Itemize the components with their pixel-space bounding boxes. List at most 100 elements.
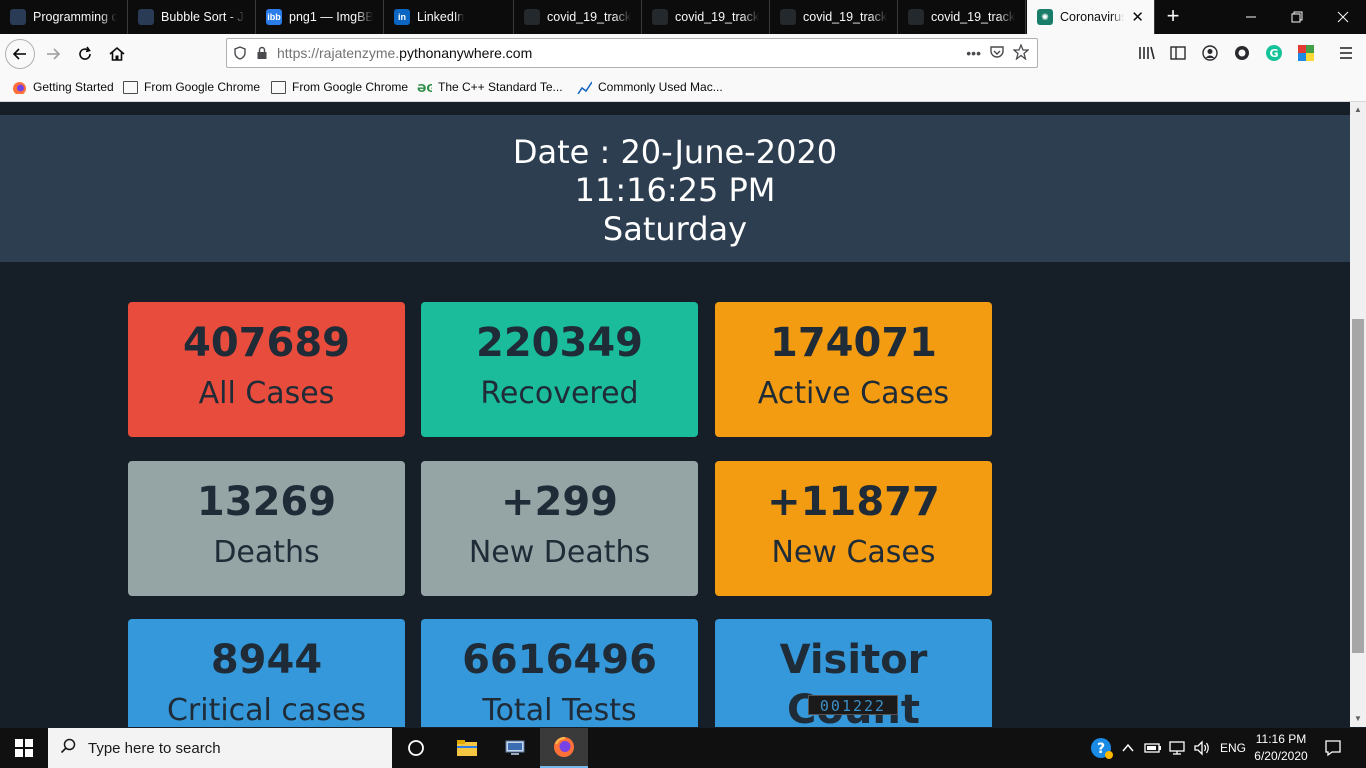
card-caption: Active Cases: [757, 376, 950, 411]
imgbb-icon: ibb: [266, 9, 282, 25]
bookmark-commonly-used[interactable]: Commonly Used Mac...: [577, 78, 723, 96]
bookmark-star-icon[interactable]: [1012, 42, 1030, 63]
file-explorer-button[interactable]: [443, 728, 491, 768]
card-caption: New Cases: [771, 535, 936, 570]
bookmark-folder-chrome-1[interactable]: From Google Chrome: [123, 78, 260, 96]
help-icon[interactable]: ?: [1090, 728, 1114, 768]
tab-covid-tracker-1[interactable]: covid_19_tracker: [514, 0, 642, 34]
folder-icon: [271, 80, 286, 94]
language-indicator[interactable]: ENG: [1220, 728, 1246, 768]
restore-icon: [1291, 11, 1303, 23]
task-view-button[interactable]: [392, 728, 440, 768]
date-text: Date : 20-June-2020: [512, 133, 838, 171]
task-view-icon: [408, 740, 424, 756]
card-caption: Recovered: [480, 376, 639, 411]
close-tab-icon[interactable]: ✕: [1131, 8, 1144, 26]
scroll-down-icon[interactable]: ▼: [1350, 711, 1366, 727]
new-tab-button[interactable]: +: [1158, 2, 1188, 32]
tab-covid-tracker-2[interactable]: covid_19_tracker: [642, 0, 770, 34]
card-critical-cases: 8944 Critical cases: [128, 619, 405, 727]
back-arrow-icon: [12, 48, 26, 60]
card-caption: Critical cases: [166, 693, 367, 727]
network-icon[interactable]: [1168, 728, 1186, 768]
scroll-up-icon[interactable]: ▲: [1350, 102, 1366, 118]
folder-icon: [457, 740, 477, 756]
vertical-scrollbar[interactable]: ▲ ▼: [1350, 102, 1366, 727]
grammarly-icon[interactable]: G: [1264, 43, 1284, 63]
page-actions-icon[interactable]: •••: [966, 45, 981, 61]
bookmark-folder-chrome-2[interactable]: From Google Chrome: [271, 78, 408, 96]
library-icon[interactable]: [1137, 43, 1157, 63]
card-new-cases: +11877 New Cases: [715, 461, 992, 596]
github-icon: [908, 9, 924, 25]
url-bar[interactable]: https://rajatenzyme.pythonanywhere.com •…: [226, 38, 1038, 68]
forward-button[interactable]: [38, 39, 68, 69]
home-button[interactable]: [102, 39, 132, 69]
chart-icon: [577, 81, 592, 94]
site-icon: [10, 9, 26, 25]
svg-text:ƏG: ƏG: [417, 82, 432, 94]
windows-taskbar: Type here to search ? ENG 11:16 PM 6/20/…: [0, 728, 1366, 768]
github-icon: [652, 9, 668, 25]
firefox-icon: [554, 737, 574, 757]
restore-button[interactable]: [1274, 0, 1320, 34]
minimize-button[interactable]: [1228, 0, 1274, 34]
svg-text:G: G: [1269, 47, 1278, 60]
url-text[interactable]: https://rajatenzyme.pythonanywhere.com: [277, 45, 532, 61]
pocket-icon[interactable]: [989, 44, 1005, 63]
card-value: 407689: [183, 320, 350, 366]
lock-icon[interactable]: [251, 42, 273, 64]
computer-network-icon: [505, 740, 525, 755]
back-button[interactable]: [5, 39, 35, 69]
tab-coronavirus-active[interactable]: ✺Coronavirus Live ✕: [1027, 0, 1155, 34]
color-extension-icon[interactable]: [1296, 43, 1316, 63]
sidebar-icon[interactable]: [1168, 43, 1188, 63]
tab-covid-tracker-3[interactable]: covid_19_tracker: [770, 0, 898, 34]
folder-icon: [123, 80, 138, 94]
card-caption: All Cases: [198, 376, 335, 411]
day-text: Saturday: [602, 210, 748, 248]
bookmark-cpp-standard[interactable]: ƏG The C++ Standard Te...: [417, 78, 563, 96]
shield-icon[interactable]: [229, 42, 251, 64]
chevron-up-icon[interactable]: [1122, 728, 1134, 768]
close-window-button[interactable]: [1320, 0, 1366, 34]
notifications-icon[interactable]: [1324, 728, 1342, 768]
bookmark-getting-started[interactable]: Getting Started: [12, 78, 114, 96]
close-icon: [1337, 11, 1349, 23]
firefox-icon: [13, 81, 26, 94]
tab-programming[interactable]: Programming class: [0, 0, 128, 34]
reload-button[interactable]: [70, 39, 100, 69]
account-icon[interactable]: [1200, 43, 1220, 63]
linkedin-icon: in: [394, 9, 410, 25]
card-new-deaths: +299 New Deaths: [421, 461, 698, 596]
card-caption: New Deaths: [468, 535, 651, 570]
network-app-button[interactable]: [491, 728, 539, 768]
github-icon: [524, 9, 540, 25]
battery-icon[interactable]: [1144, 728, 1162, 768]
clock-date: 6/20/2020: [1254, 749, 1308, 763]
card-total-tests: 6616496 Total Tests: [421, 619, 698, 727]
tab-bubble-sort[interactable]: Bubble Sort - Jupyter: [128, 0, 256, 34]
card-value: 220349: [476, 320, 643, 366]
card-value: +299: [500, 479, 618, 525]
taskbar-clock[interactable]: 11:16 PM 6/20/2020: [1248, 731, 1314, 765]
tab-covid-tracker-4[interactable]: covid_19_tracker: [898, 0, 1026, 34]
date-time-header: Date : 20-June-2020 11:16:25 PM Saturday: [0, 115, 1350, 262]
card-all-cases: 407689 All Cases: [128, 302, 405, 437]
card-recovered: 220349 Recovered: [421, 302, 698, 437]
start-button[interactable]: [0, 728, 48, 768]
card-caption: Total Tests: [482, 693, 637, 727]
gfg-icon: ƏG: [417, 82, 432, 94]
menu-icon[interactable]: [1336, 43, 1356, 63]
tab-imgbb[interactable]: ibb png1 — ImgBB: [256, 0, 384, 34]
tab-strip: Programming class Bubble Sort - Jupyter …: [0, 0, 1366, 34]
card-value: 13269: [196, 479, 337, 525]
scrollbar-thumb[interactable]: [1352, 319, 1364, 653]
tab-linkedin[interactable]: in LinkedIn: [384, 0, 514, 34]
search-icon: [48, 738, 88, 759]
taskbar-search-box[interactable]: Type here to search: [48, 728, 392, 768]
firefox-taskbar-button[interactable]: [540, 728, 588, 768]
extension-sync-icon[interactable]: [1232, 43, 1252, 63]
minimize-icon: [1246, 16, 1256, 18]
volume-icon[interactable]: [1193, 728, 1211, 768]
